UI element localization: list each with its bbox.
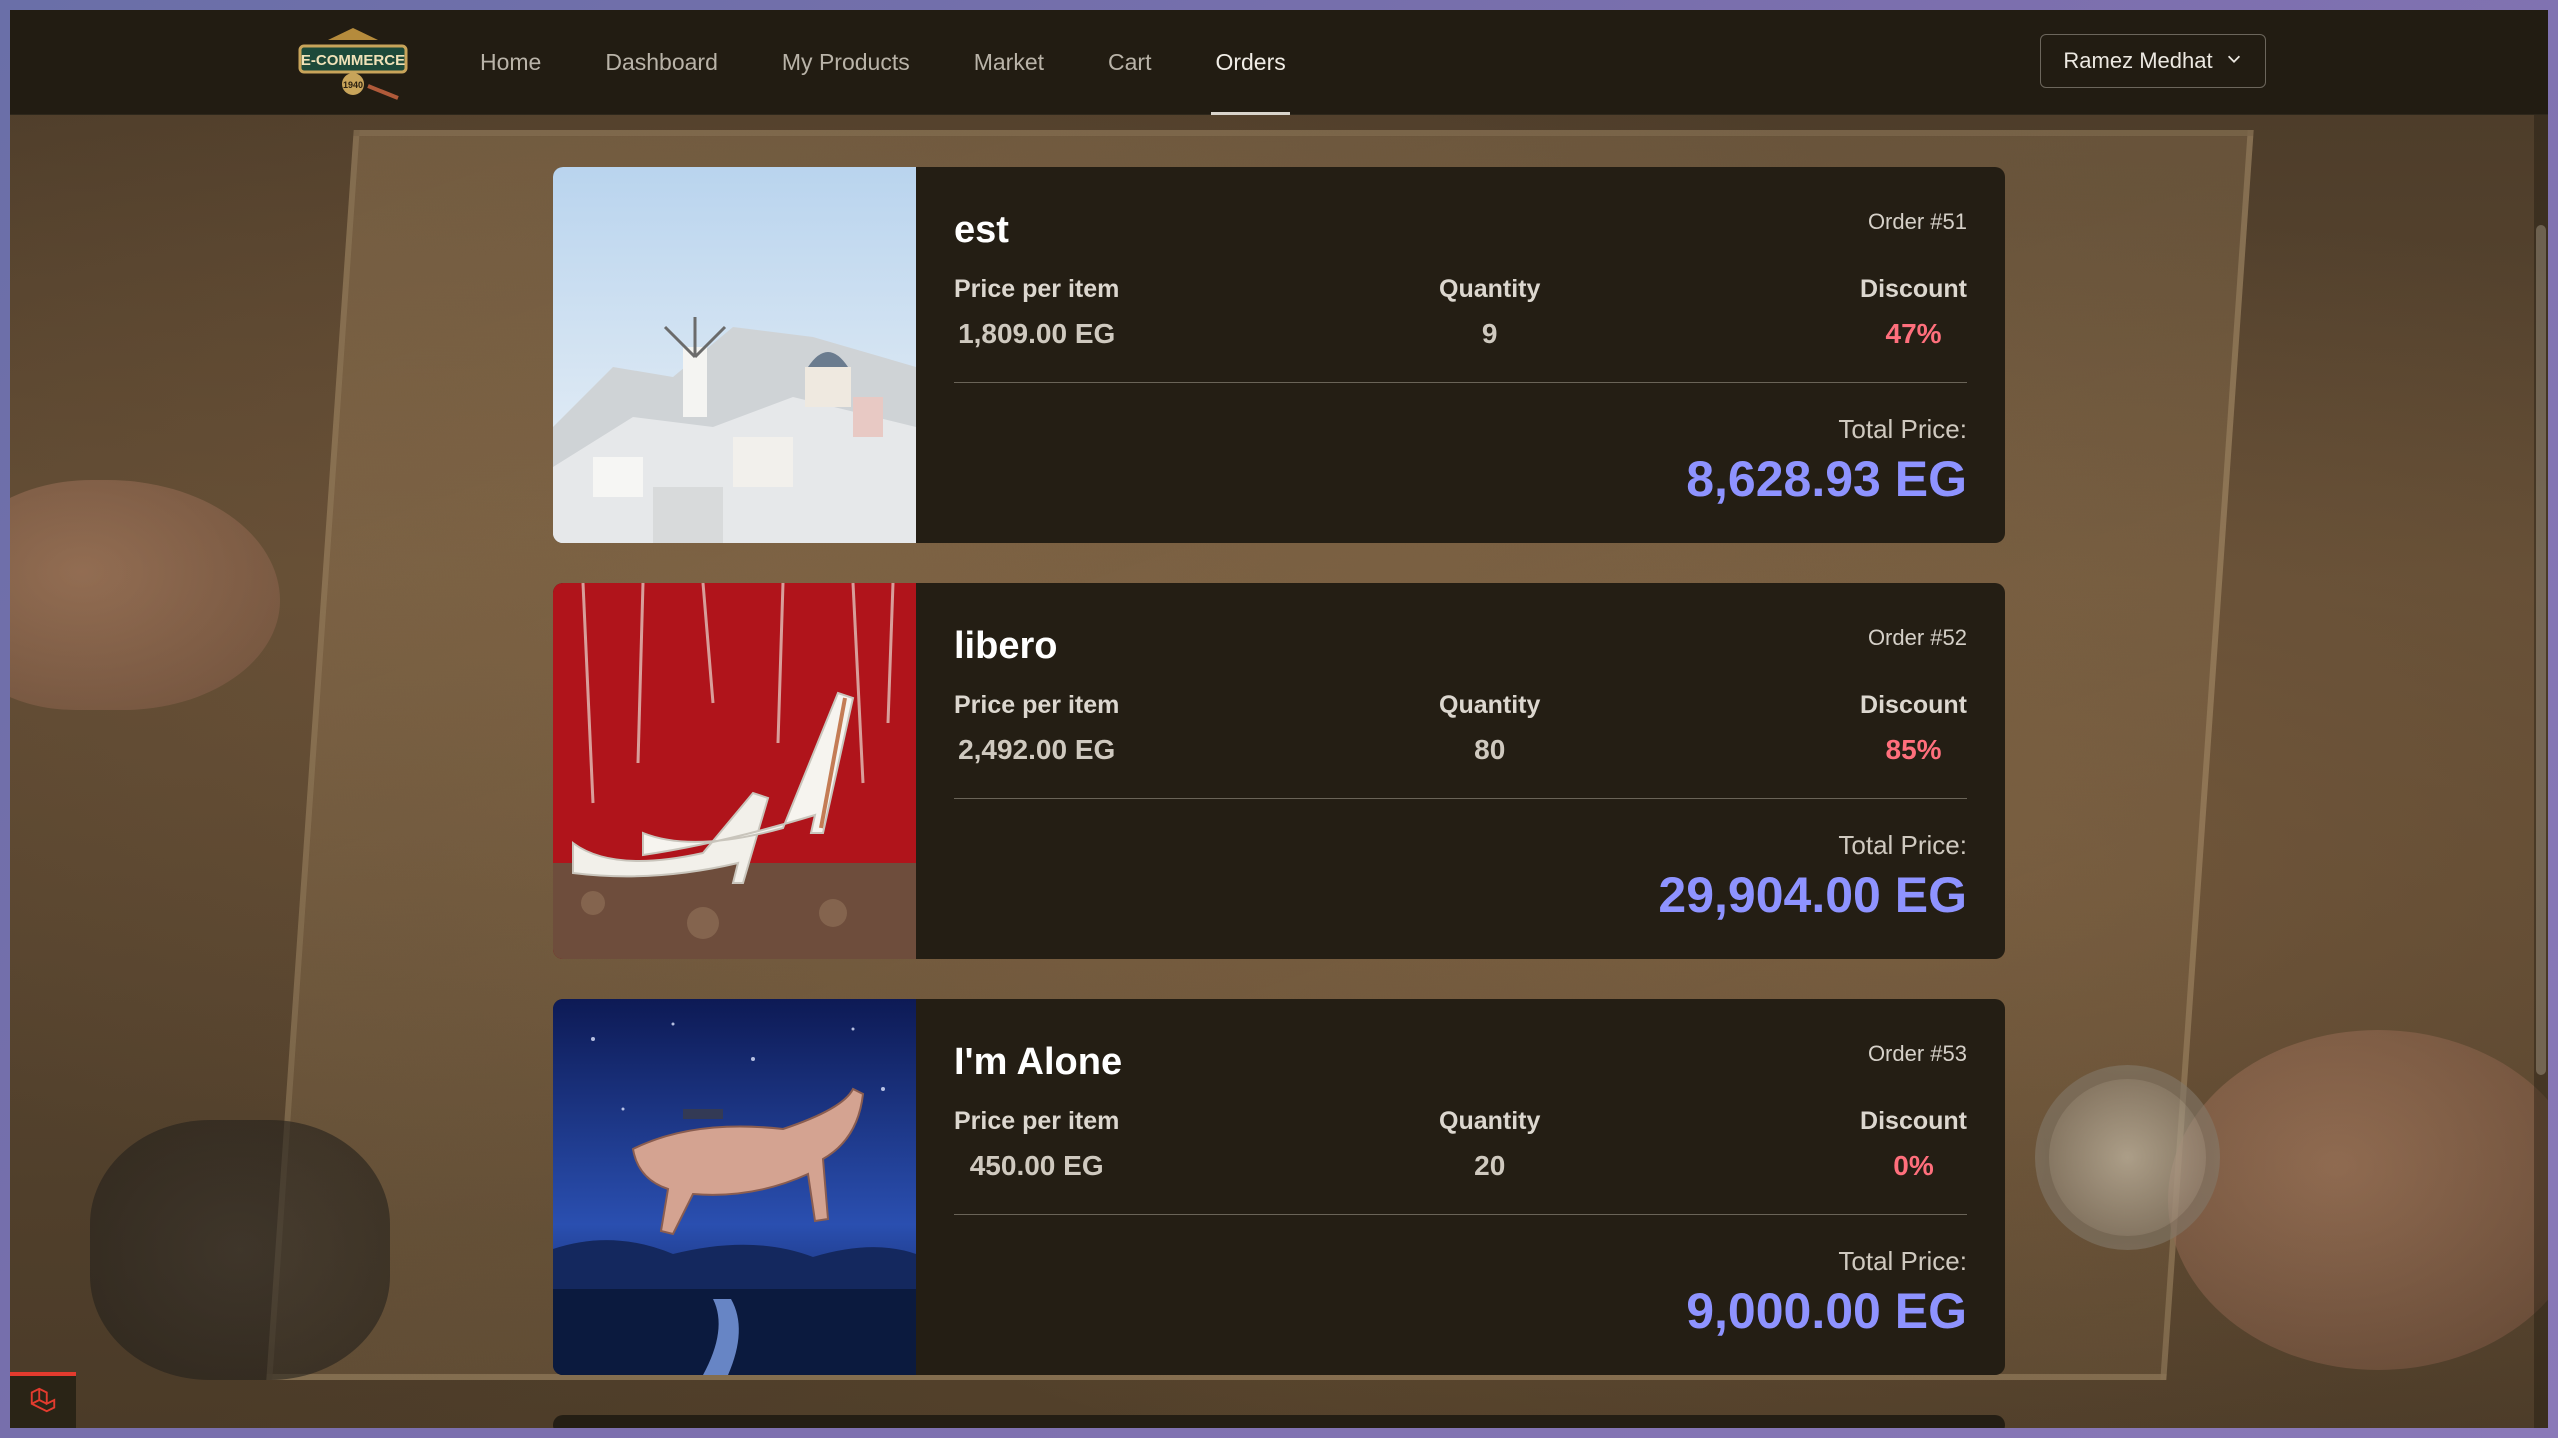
logo-text: E-COMMERCE [301,52,405,69]
navbar: E-COMMERCE 1940 Home Dashboard My Produc… [10,10,2548,115]
discount-value: 0% [1893,1150,1934,1181]
quantity-value: 20 [1474,1150,1506,1181]
quantity-label: Quantity [1439,275,1541,303]
price-value: 1,809.00 EG [958,318,1116,349]
discount-label: Discount [1860,275,1967,303]
nav-link-dashboard[interactable]: Dashboard [605,10,718,115]
product-image-white-heels [553,583,916,959]
quantity-stat: Quantity 9 [1439,275,1540,350]
price-stat: Price per item 1,809.00 EG [954,275,1119,350]
nav-link-market[interactable]: Market [974,10,1044,115]
total-label: Total Price: [1838,414,1967,444]
quantity-value: 9 [1481,318,1498,349]
nav-link-orders[interactable]: Orders [1211,10,1291,115]
user-name: Ramez Medhat [2063,48,2213,73]
discount-label: Discount [1860,691,1967,719]
laravel-icon [28,1385,58,1420]
discount-stat: Discount 0% [1860,1107,1967,1182]
app-frame: E-COMMERCE 1940 Home Dashboard My Produc… [10,10,2548,1428]
price-label: Price per item [954,691,1120,719]
price-value: 2,492.00 EG [958,734,1116,765]
order-card: I'm Alone Order #53 Price per item 450.0… [553,999,2005,1375]
order-details: est Order #51 Price per item 1,809.00 EG… [916,167,2005,543]
order-stats: Price per item 2,492.00 EG Quantity 80 D… [954,691,1967,766]
total-label: Total Price: [1838,1246,1967,1276]
price-label: Price per item [954,1107,1120,1135]
scrollbar-thumb[interactable] [2536,225,2546,1075]
product-image-flying-horse [553,999,916,1375]
product-image-santorini-village [553,167,916,543]
divider [954,382,1967,383]
price-stat: Price per item 2,492.00 EG [954,691,1119,766]
logo-year: 1940 [343,80,363,90]
background-compass [2035,1065,2220,1250]
discount-stat: Discount 85% [1860,691,1967,766]
price-label: Price per item [954,275,1120,303]
price-stat: Price per item 450.00 EG [954,1107,1119,1182]
discount-stat: Discount 47% [1860,275,1967,350]
product-name: libero [954,625,1058,667]
product-name: I'm Alone [954,1041,1123,1083]
discount-label: Discount [1860,1107,1967,1135]
price-value: 450.00 EG [969,1150,1104,1181]
chevron-down-icon [2225,48,2243,74]
discount-value: 85% [1885,734,1942,765]
brand-logo[interactable]: E-COMMERCE 1940 [298,26,408,102]
quantity-label: Quantity [1439,1107,1541,1135]
divider [954,1214,1967,1215]
quantity-label: Quantity [1439,691,1541,719]
orders-list: est Order #51 Price per item 1,809.00 EG… [553,167,2005,1428]
quantity-stat: Quantity 20 [1439,1107,1540,1182]
total-value: 8,628.93 EG [1686,451,1967,507]
quantity-value: 80 [1474,734,1506,765]
total-value: 9,000.00 EG [1686,1283,1967,1339]
user-menu-button[interactable]: Ramez Medhat [2040,34,2266,88]
background-hand-right [2168,1030,2548,1370]
total-label: Total Price: [1838,830,1967,860]
background-hand-left [10,480,280,710]
order-card: libero Order #52 Price per item 2,492.00… [553,583,2005,959]
scrollbar[interactable] [2534,115,2548,1428]
discount-value: 47% [1885,318,1942,349]
order-number: Order #53 [1867,1041,1967,1066]
quantity-stat: Quantity 80 [1439,691,1540,766]
order-details: libero Order #52 Price per item 2,492.00… [916,583,2005,959]
order-stats: Price per item 1,809.00 EG Quantity 9 Di… [954,275,1967,350]
nav-link-home[interactable]: Home [480,10,541,115]
order-number: Order #52 [1867,625,1967,650]
order-stats: Price per item 450.00 EG Quantity 20 Dis… [954,1107,1967,1182]
order-number: Order #51 [1867,209,1967,234]
product-name: est [954,209,1009,251]
total-value: 29,904.00 EG [1658,867,1967,923]
divider [954,798,1967,799]
order-details: I'm Alone Order #53 Price per item 450.0… [916,999,2005,1375]
background-binoculars [90,1120,390,1380]
order-card-partial [553,1415,2005,1428]
nav-link-my-products[interactable]: My Products [782,10,910,115]
order-card: est Order #51 Price per item 1,809.00 EG… [553,167,2005,543]
nav-link-cart[interactable]: Cart [1108,10,1151,115]
framework-badge[interactable] [10,1372,76,1428]
nav-links: Home Dashboard My Products Market Cart O… [480,10,1350,115]
